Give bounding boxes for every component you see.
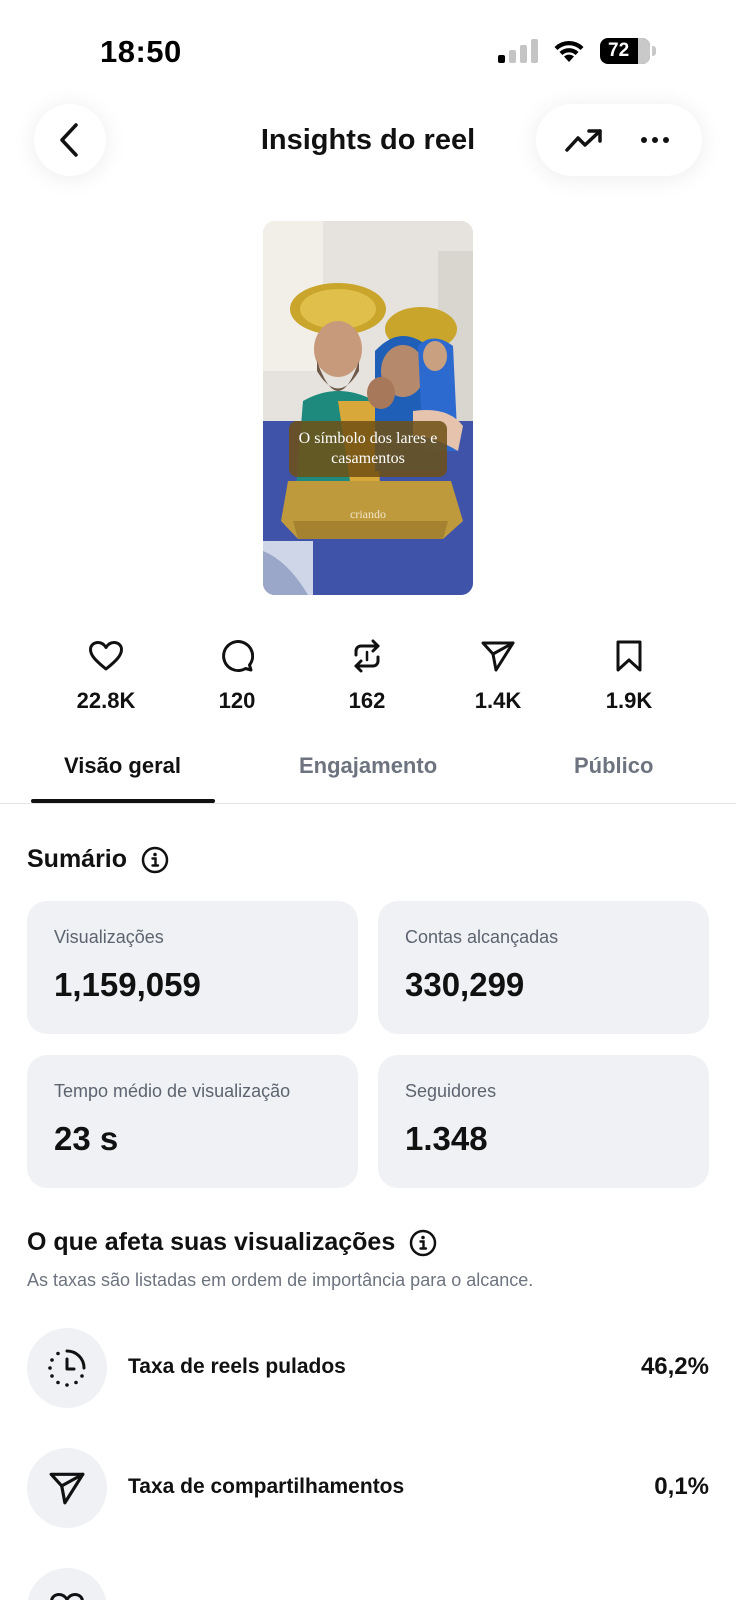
more-horizontal-icon <box>640 137 669 143</box>
cellular-signal-icon <box>498 39 538 63</box>
avg-watch-time-card[interactable]: Tempo médio de visualização 23 s <box>27 1055 358 1188</box>
trending-up-icon <box>564 129 602 152</box>
avg-watch-time-label: Tempo médio de visualização <box>54 1081 291 1101</box>
share-rate-row[interactable]: Taxa de compartilhamentos 0,1% <box>27 1448 709 1528</box>
engagement-stats: 22.8K 120 162 1.4K 1.9K <box>0 636 736 716</box>
share-rate-icon-circle <box>27 1448 107 1528</box>
reel-thumbnail[interactable]: O símbolo dos lares e casamentos criando <box>263 221 473 595</box>
affects-title: O que afeta suas visualizações <box>27 1228 396 1256</box>
affects-subtitle: As taxas são listadas em ordem de import… <box>27 1270 534 1290</box>
views-label: Visualizações <box>54 927 164 947</box>
wifi-icon <box>554 40 584 62</box>
trending-button[interactable] <box>554 110 614 170</box>
heart-icon <box>89 641 123 671</box>
followers-value: 1.348 <box>405 1120 488 1157</box>
summary-title: Sumário <box>27 845 128 873</box>
stat-reposts: 162 <box>312 636 422 714</box>
reel-caption: O símbolo dos lares e casamentos <box>289 421 447 477</box>
status-bar: 18:50 72 <box>0 0 736 100</box>
share-rate-value: 0,1% <box>654 1473 709 1500</box>
stat-saves: 1.9K <box>574 636 684 714</box>
share-rate-label: Taxa de compartilhamentos <box>128 1475 405 1498</box>
info-icon[interactable] <box>409 1229 437 1257</box>
battery-icon: 72 <box>600 38 650 64</box>
tab-engagement[interactable]: Engajamento <box>299 753 437 779</box>
status-time: 18:50 <box>100 34 182 69</box>
comment-icon <box>222 640 254 672</box>
share-icon <box>481 641 515 672</box>
shares-count: 1.4K <box>474 688 522 713</box>
more-options-button[interactable] <box>625 110 685 170</box>
followers-card[interactable]: Seguidores 1.348 <box>378 1055 709 1188</box>
stat-comments: 120 <box>182 636 292 714</box>
stat-shares: 1.4K <box>443 636 553 714</box>
active-tab-indicator <box>31 799 215 803</box>
next-metric-row[interactable] <box>27 1568 709 1600</box>
next-metric-icon-circle <box>27 1568 107 1600</box>
accounts-reached-card[interactable]: Contas alcançadas 330,299 <box>378 901 709 1034</box>
skip-clock-icon <box>48 1349 86 1387</box>
comments-count: 120 <box>218 688 256 713</box>
skip-rate-label: Taxa de reels pulados <box>128 1355 346 1378</box>
heart-icon <box>50 1593 84 1600</box>
views-card[interactable]: Visualizações 1,159,059 <box>27 901 358 1034</box>
reel-subcaption: criando <box>350 507 386 521</box>
skip-rate-icon-circle <box>27 1328 107 1408</box>
accounts-reached-label: Contas alcançadas <box>405 927 559 947</box>
insights-tabs: Visão geral Engajamento Público <box>0 738 736 804</box>
share-icon <box>49 1472 85 1505</box>
accounts-reached-value: 330,299 <box>405 966 525 1003</box>
repost-icon <box>354 639 380 673</box>
header-actions <box>536 104 702 176</box>
skip-rate-value: 46,2% <box>640 1353 709 1380</box>
saves-count: 1.9K <box>605 688 653 713</box>
views-value: 1,159,059 <box>54 966 201 1003</box>
tab-audience[interactable]: Público <box>574 753 653 779</box>
skip-rate-row[interactable]: Taxa de reels pulados 46,2% <box>27 1328 709 1408</box>
battery-level: 72 <box>608 40 630 61</box>
avg-watch-time-value: 23 s <box>54 1120 119 1157</box>
bookmark-icon <box>616 640 642 672</box>
status-indicators: 72 <box>498 38 656 64</box>
info-icon[interactable] <box>141 846 169 874</box>
stat-likes: 22.8K <box>51 636 161 714</box>
summary-heading: Sumário <box>27 845 169 874</box>
tab-overview[interactable]: Visão geral <box>64 753 181 779</box>
reel-thumbnail-image <box>263 221 473 595</box>
affects-heading: O que afeta suas visualizações <box>27 1228 437 1257</box>
likes-count: 22.8K <box>76 688 136 713</box>
reposts-count: 162 <box>348 688 386 713</box>
followers-label: Seguidores <box>405 1081 497 1101</box>
